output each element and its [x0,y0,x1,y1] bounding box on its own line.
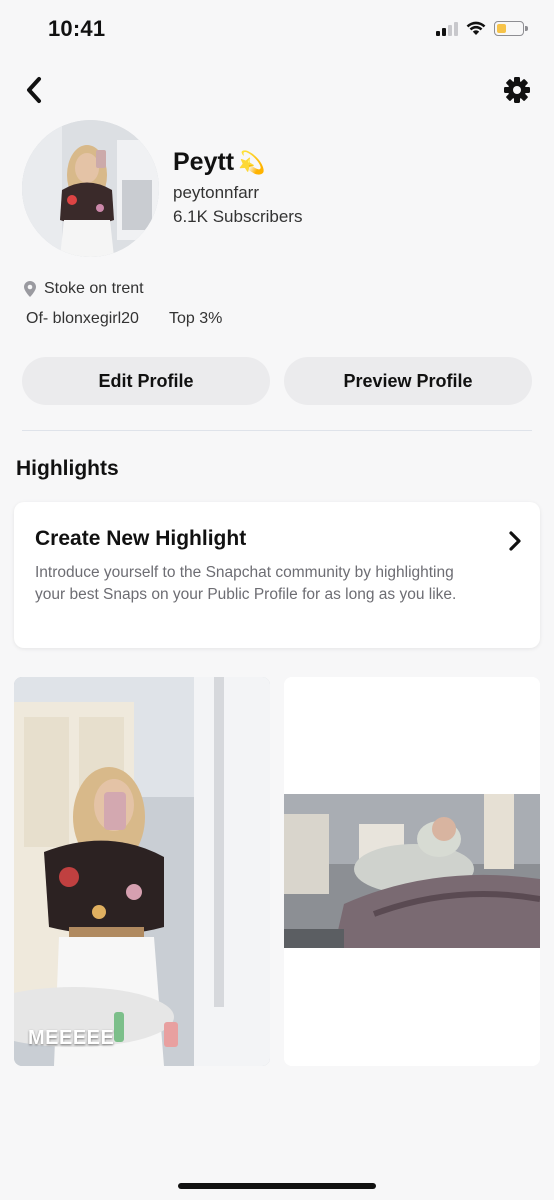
create-highlight-title: Create New Highlight [35,527,247,550]
edit-profile-button[interactable]: Edit Profile [22,357,270,405]
highlight-caption: MEEEEE [28,1027,115,1049]
chevron-left-icon [27,77,41,103]
profile-username: peytonnfarr [173,183,259,202]
create-highlight-description: Introduce yourself to the Snapchat commu… [35,564,457,603]
highlight-photo [284,677,540,1066]
rank-text: Top 3% [168,310,223,327]
section-divider [22,430,532,431]
wifi-icon [466,21,486,35]
profile-name-row: Peytt 💫 [173,148,266,177]
status-bar: 10:41 [0,0,554,62]
back-button[interactable] [18,72,50,108]
home-indicator[interactable] [178,1183,376,1189]
profile-name: Peytt [173,148,235,176]
top-nav [0,70,554,110]
highlights-heading: Highlights [16,457,119,480]
preview-profile-button[interactable]: Preview Profile [284,357,532,405]
avatar-photo [22,120,159,257]
bio-row: Of- blonxegirl20 Top 3% [26,310,222,328]
settings-button[interactable] [500,72,534,108]
status-time: 10:41 [48,16,106,41]
highlight-photo [14,677,270,1066]
avatar[interactable] [22,120,159,257]
location-pin-icon [24,281,36,297]
subscriber-count: 6.1K Subscribers [173,207,303,226]
chevron-right-icon [509,531,521,551]
sparkle-emoji: 💫 [238,149,266,175]
gear-icon [504,77,530,103]
bio-text: Of- blonxegirl20 [26,310,139,327]
cellular-signal-icon [436,20,458,36]
location-row: Stoke on trent [24,280,144,298]
battery-icon [494,20,528,36]
highlight-tile[interactable] [284,677,540,1066]
status-icons [436,20,528,36]
highlight-tile[interactable]: MEEEEE [14,677,270,1066]
create-highlight-card[interactable]: Create New Highlight Introduce yourself … [14,502,540,648]
location-text: Stoke on trent [44,280,144,297]
